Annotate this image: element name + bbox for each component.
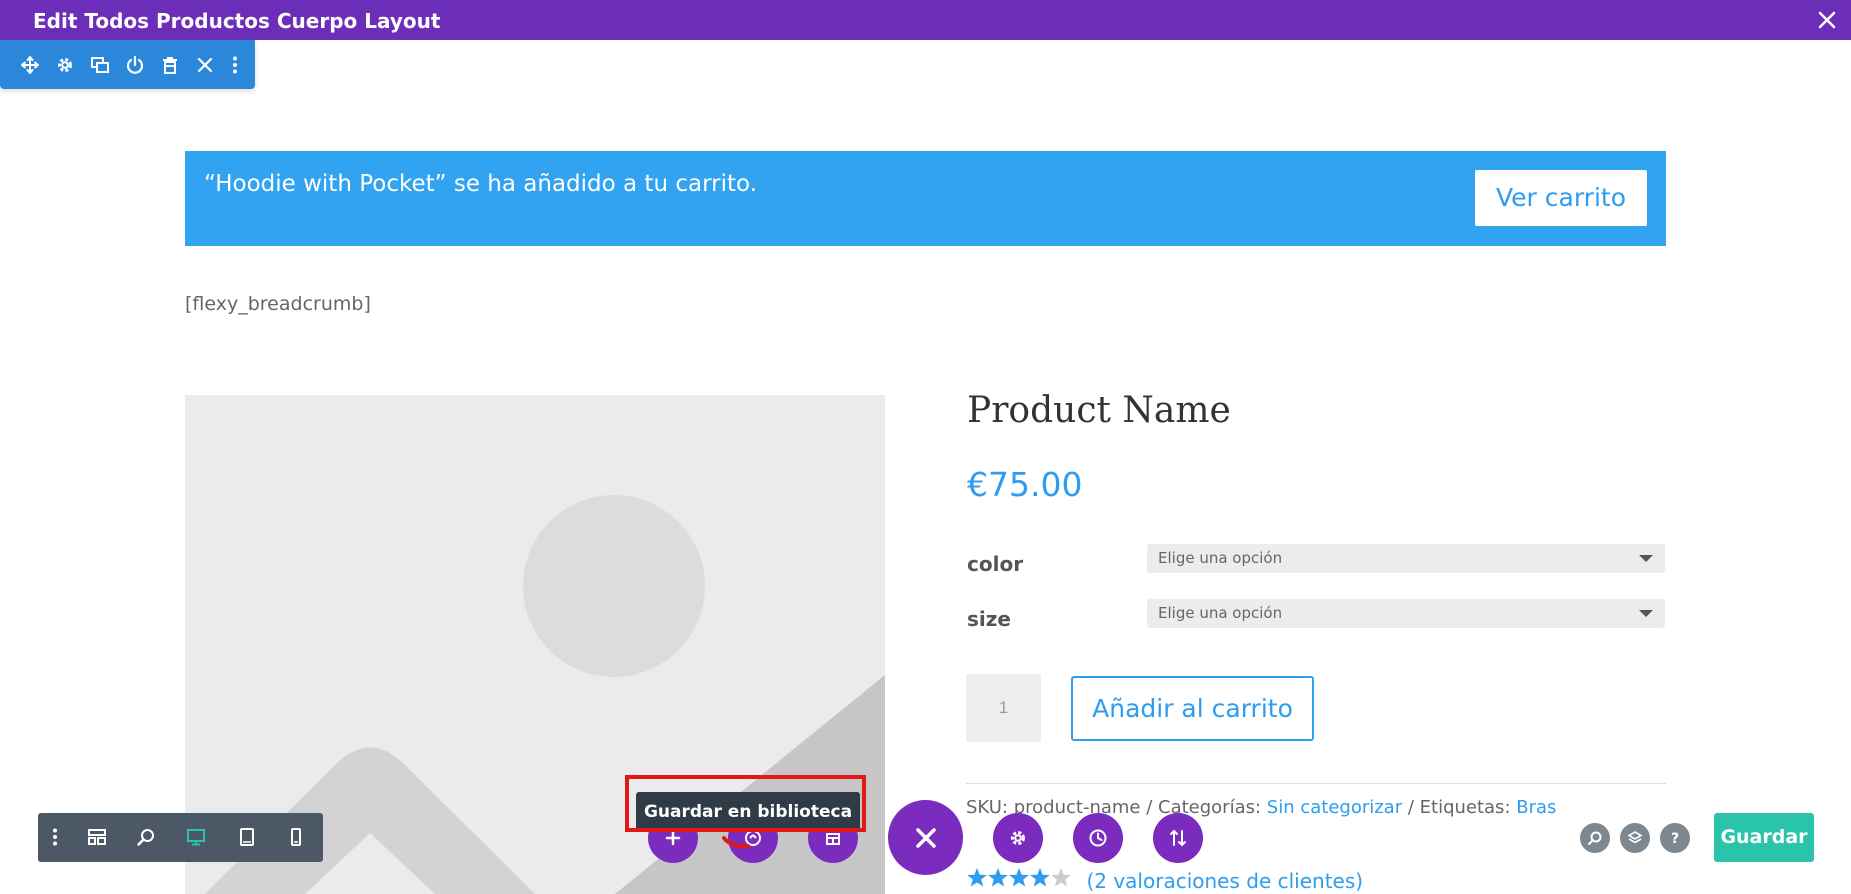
save-button[interactable]: Guardar [1714,813,1814,862]
reviews-link[interactable]: (2 valoraciones de clientes) [1086,869,1363,893]
more-vertical-icon[interactable] [225,55,245,75]
highlight-box [625,775,866,832]
gear-icon[interactable] [55,55,75,75]
page-title: Edit Todos Productos Cuerpo Layout [33,9,441,33]
color-select-value: Elige una opción [1158,549,1283,567]
more-vertical-icon[interactable] [45,827,65,847]
close-icon[interactable] [1815,8,1839,32]
power-icon[interactable] [125,55,145,75]
close-icon[interactable] [195,55,215,75]
category-link[interactable]: Sin categorizar [1267,797,1402,818]
move-icon[interactable] [20,55,40,75]
view-mode-toolbar [38,813,323,862]
history-icon[interactable] [1073,813,1123,863]
breadcrumb-shortcode: [flexy_breadcrumb] [185,293,371,315]
phone-icon[interactable] [286,827,306,847]
product-meta: SKU: product-name / Categorías: Sin cate… [966,797,1556,818]
wireframe-icon[interactable] [87,827,107,847]
add-to-cart-button[interactable]: Añadir al carrito [1071,676,1314,741]
product-price: €75.00 [967,465,1083,504]
layers-icon[interactable] [1620,823,1650,853]
row-toolbar [0,40,255,89]
categories-label: / Categorías: [1140,797,1267,818]
quantity-input[interactable]: 1 [966,674,1041,742]
chevron-down-icon [1639,610,1653,617]
product-title: Product Name [967,390,1231,431]
product-rating: (2 valoraciones de clientes) [966,867,1363,893]
chevron-down-icon [1639,555,1653,562]
view-cart-button[interactable]: Ver carrito [1475,170,1647,226]
tag-link[interactable]: Bras [1516,797,1556,818]
star-rating [966,867,1074,894]
duplicate-icon[interactable] [90,55,110,75]
size-select-value: Elige una opción [1158,604,1283,622]
attribute-label-color: color [967,552,1024,576]
sku-value: product-name [1013,797,1141,818]
search-icon[interactable] [1580,823,1610,853]
close-icon[interactable] [888,800,963,875]
tags-label: / Etiquetas: [1402,797,1517,818]
notice-message: “Hoodie with Pocket” se ha añadido a tu … [204,171,757,197]
tablet-icon[interactable] [237,827,257,847]
svg-text:?: ? [1671,831,1679,846]
help-icon[interactable]: ? [1660,823,1690,853]
attribute-label-size: size [967,607,1011,631]
builder-title-bar: Edit Todos Productos Cuerpo Layout [0,0,1851,40]
gear-icon[interactable] [993,813,1043,863]
trash-icon[interactable] [160,55,180,75]
added-to-cart-notice: “Hoodie with Pocket” se ha añadido a tu … [185,151,1666,246]
annotation-stroke [722,836,750,849]
sort-icon[interactable] [1153,813,1203,863]
zoom-icon[interactable] [136,827,156,847]
divider [966,783,1666,784]
color-select[interactable]: Elige una opción [1147,544,1665,573]
size-select[interactable]: Elige una opción [1147,599,1665,628]
desktop-icon[interactable] [186,827,206,847]
